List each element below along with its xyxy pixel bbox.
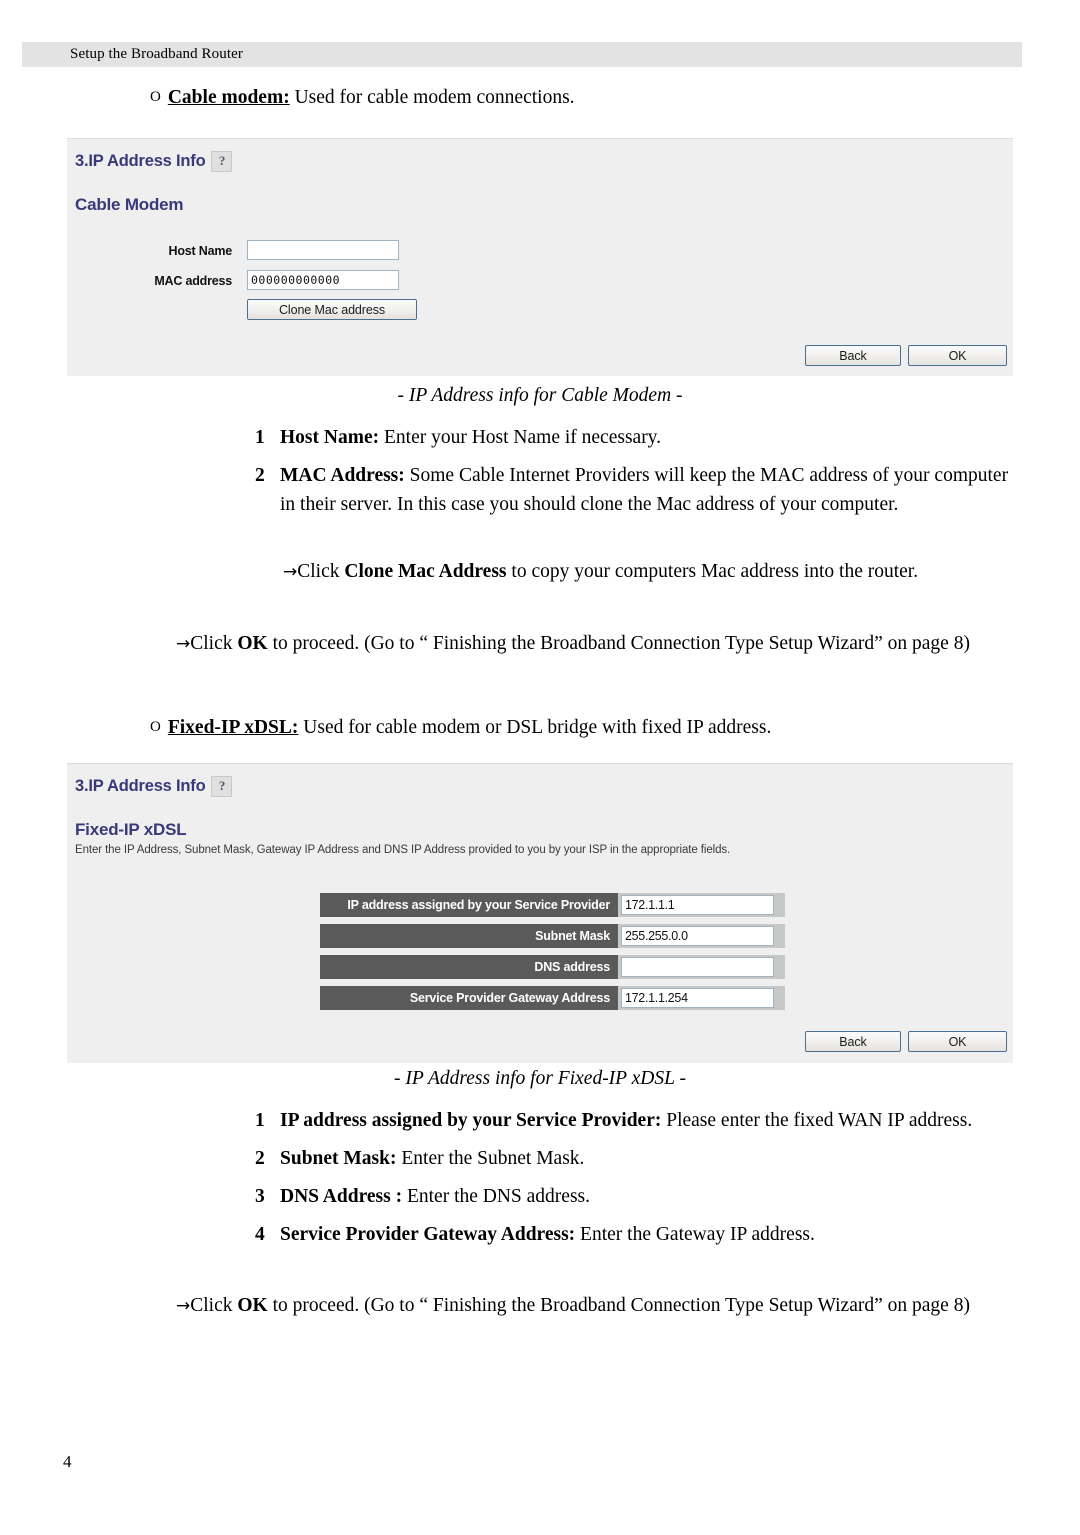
intro-cable-term: Cable modem: <box>167 87 290 108</box>
intro-cable-rest: Used for cable modem connections. <box>289 87 575 108</box>
panel-fixed-title-text: 3.IP Address Info <box>75 777 206 795</box>
host-name-label: Host Name <box>168 244 233 258</box>
panel-fixed-subtitle: Fixed-IP xDSL <box>75 820 187 839</box>
list-item-bold: DNS Address : <box>280 1186 403 1207</box>
panel-fixed-ip-xdsl: 3.IP Address Info ? Fixed-IP xDSL Enter … <box>67 763 1013 1063</box>
note-ok-cable-post: to proceed. (Go to “ Finishing the Broad… <box>267 633 970 654</box>
note-clone-post: to copy your computers Mac address into … <box>506 561 919 582</box>
note-ok-cable-pre: Click <box>190 633 238 654</box>
list-item-rest: Enter the DNS address. <box>402 1186 591 1207</box>
list-item-bold: Host Name: <box>280 427 380 448</box>
intro-fixed-ip-xdsl: O Fixed-IP xDSL: Used for cable modem or … <box>150 713 1030 742</box>
panel-fixed-description: Enter the IP Address, Subnet Mask, Gatew… <box>75 844 731 856</box>
mac-address-input[interactable]: 000000000000 <box>247 270 399 290</box>
row-label-dns-address: DNS address <box>320 955 618 979</box>
ok-button[interactable]: OK <box>908 1031 1007 1052</box>
page-number: 4 <box>63 1452 72 1471</box>
list-text: DNS Address : Enter the DNS address. <box>280 1182 1020 1211</box>
list-number: 4 <box>255 1224 265 1245</box>
list-item-bold: IP address assigned by your Service Prov… <box>280 1110 662 1131</box>
help-icon[interactable]: ? <box>211 151 233 172</box>
note-clone-pre: Click <box>297 561 345 582</box>
panel-cable-modem: 3.IP Address Info ? Cable Modem Host Nam… <box>67 138 1013 376</box>
note-clone-mac: →Click Clone Mac Address to copy your co… <box>283 557 1013 587</box>
note-ok-fixed-pre: Click <box>190 1295 238 1316</box>
table-row: Service Provider Gateway Address 172.1.1… <box>320 986 785 1010</box>
intro-fixed-rest: Used for cable modem or DSL bridge with … <box>298 717 772 738</box>
running-header: Setup the Broadband Router <box>22 42 1022 67</box>
row-label-gateway-address: Service Provider Gateway Address <box>320 986 618 1010</box>
right-arrow-icon: → <box>176 1296 191 1316</box>
note-ok-cable: →Click OK to proceed. (Go to “ Finishing… <box>176 629 1021 659</box>
table-row: Subnet Mask 255.255.0.0 <box>320 924 785 948</box>
dns-address-input[interactable] <box>621 957 774 977</box>
list-item: 1 Host Name: Enter your Host Name if nec… <box>255 423 1015 452</box>
list-item-bold: MAC Address: <box>280 465 405 486</box>
ip-address-input[interactable]: 172.1.1.1 <box>621 895 774 915</box>
bullet-circle-icon: O <box>150 719 161 735</box>
panel-cable-title-text: 3.IP Address Info <box>75 152 206 170</box>
note-ok-fixed-bold: OK <box>237 1295 268 1316</box>
host-name-input[interactable] <box>247 240 399 260</box>
row-label-ip-address: IP address assigned by your Service Prov… <box>320 893 618 917</box>
list-text: IP address assigned by your Service Prov… <box>280 1106 1020 1135</box>
list-item-bold: Subnet Mask: <box>280 1148 397 1169</box>
list-item-rest: Enter the Gateway IP address. <box>575 1224 815 1245</box>
list-text: Service Provider Gateway Address: Enter … <box>280 1220 1020 1249</box>
list-text: Subnet Mask: Enter the Subnet Mask. <box>280 1144 1020 1173</box>
table-row: DNS address <box>320 955 785 979</box>
caption-cable-modem: - IP Address info for Cable Modem - <box>397 385 683 406</box>
list-item-bold: Service Provider Gateway Address: <box>280 1224 576 1245</box>
list-number: 2 <box>255 1148 265 1169</box>
note-clone-bold: Clone Mac Address <box>344 561 507 582</box>
intro-fixed-term: Fixed-IP xDSL: <box>167 717 299 738</box>
list-item: 3 DNS Address : Enter the DNS address. <box>255 1182 1020 1211</box>
list-number: 3 <box>255 1186 265 1207</box>
intro-cable-modem: O Cable modem: Used for cable modem conne… <box>150 83 1030 112</box>
note-ok-fixed: →Click OK to proceed. (Go to “ Finishing… <box>176 1291 1021 1321</box>
list-text: MAC Address: Some Cable Internet Provide… <box>280 461 1015 519</box>
ok-button[interactable]: OK <box>908 345 1007 366</box>
clone-mac-address-button[interactable]: Clone Mac address <box>247 299 417 320</box>
list-item: 1 IP address assigned by your Service Pr… <box>255 1106 1020 1135</box>
mac-address-label: MAC address <box>154 274 232 288</box>
bullet-circle-icon: O <box>150 89 161 105</box>
help-icon[interactable]: ? <box>211 776 233 797</box>
caption-fixed-ip-xdsl: - IP Address info for Fixed-IP xDSL - <box>394 1068 686 1089</box>
back-button[interactable]: Back <box>805 1031 901 1052</box>
list-item: 2 MAC Address: Some Cable Internet Provi… <box>255 461 1015 519</box>
list-item-rest: Please enter the fixed WAN IP address. <box>661 1110 973 1131</box>
list-fixed-ip-xdsl: 1 IP address assigned by your Service Pr… <box>255 1106 1020 1258</box>
list-number: 2 <box>255 465 265 486</box>
list-item: 4 Service Provider Gateway Address: Ente… <box>255 1220 1020 1249</box>
panel-cable-subtitle: Cable Modem <box>75 195 184 214</box>
back-button[interactable]: Back <box>805 345 901 366</box>
note-ok-fixed-post: to proceed. (Go to “ Finishing the Broad… <box>267 1295 970 1316</box>
gateway-address-input[interactable]: 172.1.1.254 <box>621 988 774 1008</box>
right-arrow-icon: → <box>176 634 191 654</box>
panel-fixed-title: 3.IP Address Info ? <box>75 776 233 797</box>
list-item-rest: Enter your Host Name if necessary. <box>379 427 662 448</box>
right-arrow-icon: → <box>283 562 298 582</box>
list-text: Host Name: Enter your Host Name if neces… <box>280 423 1015 452</box>
note-ok-cable-bold: OK <box>237 633 268 654</box>
row-label-subnet-mask: Subnet Mask <box>320 924 618 948</box>
running-header-text: Setup the Broadband Router <box>70 46 243 62</box>
list-item-rest: Enter the Subnet Mask. <box>396 1148 585 1169</box>
list-number: 1 <box>255 427 265 448</box>
table-row: IP address assigned by your Service Prov… <box>320 893 785 917</box>
list-number: 1 <box>255 1110 265 1131</box>
panel-cable-title: 3.IP Address Info ? <box>75 151 233 172</box>
subnet-mask-input[interactable]: 255.255.0.0 <box>621 926 774 946</box>
list-item: 2 Subnet Mask: Enter the Subnet Mask. <box>255 1144 1020 1173</box>
list-cable-modem: 1 Host Name: Enter your Host Name if nec… <box>255 423 1015 528</box>
